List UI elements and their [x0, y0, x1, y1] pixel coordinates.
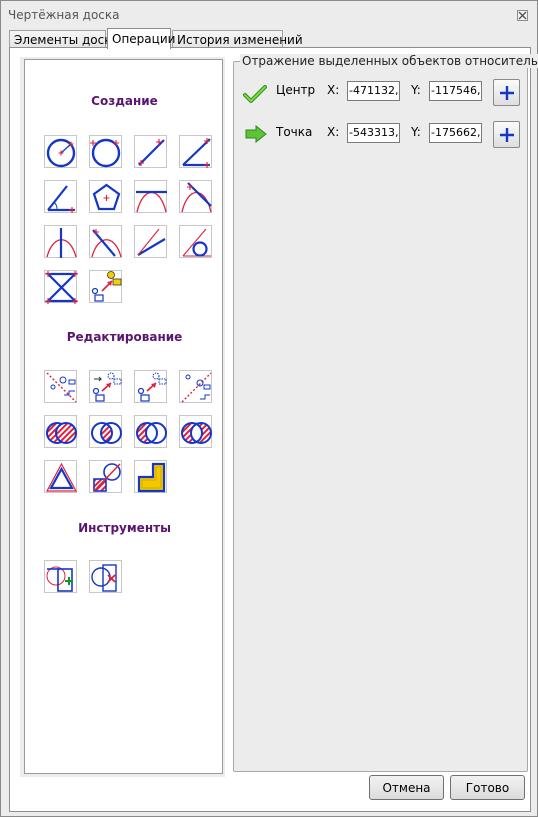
- tool-curve-tangent[interactable]: [179, 180, 212, 213]
- tab-board-elements[interactable]: Элементы доски: [9, 30, 119, 48]
- tool-tangent-line[interactable]: [134, 180, 167, 213]
- reflect-diagonal-icon: [181, 372, 212, 403]
- ray-icon: [137, 228, 166, 256]
- tool-segment[interactable]: [134, 135, 167, 168]
- section-title-edit: Редактирование: [66, 330, 183, 344]
- title-bar: Чертёжная доска: [1, 1, 537, 27]
- curve-tangent-icon: [181, 182, 212, 213]
- dialog-window: Чертёжная доска Элементы доски Операции …: [0, 0, 538, 817]
- angle-icon: [182, 138, 211, 168]
- crosshair-plus-icon: [500, 128, 514, 142]
- tool-copy-objects[interactable]: [134, 370, 167, 403]
- tangent-line-icon: [136, 190, 167, 213]
- tool-transform-objects[interactable]: [89, 270, 122, 303]
- perpendicular-icon: [46, 228, 77, 258]
- center-x-label: X:: [327, 83, 340, 97]
- window-title: Чертёжная доска: [8, 8, 120, 22]
- point-x-input[interactable]: -543313,4: [347, 123, 400, 143]
- tab-history[interactable]: История изменений: [172, 30, 303, 48]
- crosshair-plus-icon: [500, 86, 514, 100]
- pick-point-button[interactable]: [493, 121, 520, 148]
- fill-polygon-icon: [137, 462, 166, 493]
- tool-add-region[interactable]: [44, 560, 77, 593]
- section-title-create: Создание: [91, 94, 158, 108]
- close-button[interactable]: [517, 10, 528, 21]
- circle-center-radius-icon: [46, 138, 76, 168]
- tool-mirror-line[interactable]: [44, 370, 77, 403]
- point-label: Точка: [276, 125, 313, 139]
- tool-regular-polygon[interactable]: [89, 180, 122, 213]
- copy-objects-icon: [137, 372, 167, 402]
- center-y-input[interactable]: -117546,64: [429, 81, 482, 101]
- tool-angle[interactable]: [179, 135, 212, 168]
- center-y-label: Y:: [411, 83, 421, 97]
- center-x-input[interactable]: -471132,76: [347, 81, 400, 101]
- regular-polygon-icon: [92, 183, 121, 211]
- curve-secant-icon: [91, 229, 122, 258]
- tool-circle-center-radius[interactable]: [44, 135, 77, 168]
- close-icon: [518, 11, 527, 20]
- arrow-right-icon: [245, 125, 267, 143]
- tool-curve-secant[interactable]: [89, 225, 122, 258]
- move-objects-icon: [92, 372, 122, 402]
- tool-reflect-diagonal[interactable]: [179, 370, 212, 403]
- segment-two-points-icon: [138, 139, 165, 166]
- tool-circle-in-angle[interactable]: [179, 225, 212, 258]
- tool-intersection[interactable]: [89, 415, 122, 448]
- tool-fill-polygon[interactable]: [134, 460, 167, 493]
- transform-objects-icon: [91, 271, 122, 302]
- intersection-icon: [91, 422, 122, 444]
- done-button[interactable]: Готово: [450, 775, 525, 800]
- cut-shape-icon: [93, 463, 121, 492]
- tool-ray[interactable]: [134, 225, 167, 258]
- reflection-group: Отражение выделенных объектов относитель…: [233, 54, 538, 772]
- operations-panel: Создание Редактирование Инструменты Отра…: [9, 47, 538, 812]
- tool-remove-region[interactable]: [89, 560, 122, 593]
- tools-panel: Создание Редактирование Инструменты: [24, 59, 223, 774]
- section-title-tools: Инструменты: [78, 521, 171, 535]
- tool-xor[interactable]: [179, 415, 212, 448]
- cancel-button[interactable]: Отмена: [369, 775, 444, 800]
- checkmark-icon: [243, 85, 267, 103]
- remove-region-icon: [91, 564, 117, 592]
- tool-union[interactable]: [44, 415, 77, 448]
- difference-icon: [136, 422, 167, 444]
- reflection-legend: Отражение выделенных объектов относитель…: [240, 54, 538, 68]
- mirror-line-icon: [46, 372, 77, 403]
- circle-two-points-icon: [90, 138, 121, 168]
- add-region-icon: [46, 566, 73, 592]
- point-y-input[interactable]: -175662,52: [429, 123, 482, 143]
- point-x-label: X:: [327, 125, 340, 139]
- point-y-label: Y:: [411, 125, 421, 139]
- tool-circle-two-points[interactable]: [89, 135, 122, 168]
- angle-bisector-icon: [47, 185, 75, 213]
- tool-angle-bisector[interactable]: [44, 180, 77, 213]
- tool-cut-shape[interactable]: [89, 460, 122, 493]
- hourglass-icon: [45, 271, 78, 304]
- tool-hourglass[interactable]: [44, 270, 78, 304]
- tab-operations[interactable]: Операции: [107, 28, 175, 49]
- tool-perpendicular[interactable]: [44, 225, 77, 258]
- triangle-outline-icon: [45, 462, 78, 492]
- center-label: Центр: [276, 83, 316, 97]
- circle-in-angle-icon: [182, 228, 211, 257]
- tool-difference[interactable]: [134, 415, 167, 448]
- union-icon: [46, 422, 77, 444]
- pick-center-button[interactable]: [493, 79, 520, 106]
- xor-icon: [181, 422, 212, 444]
- tool-triangle-outline[interactable]: [44, 460, 78, 493]
- tool-move-objects[interactable]: [89, 370, 122, 403]
